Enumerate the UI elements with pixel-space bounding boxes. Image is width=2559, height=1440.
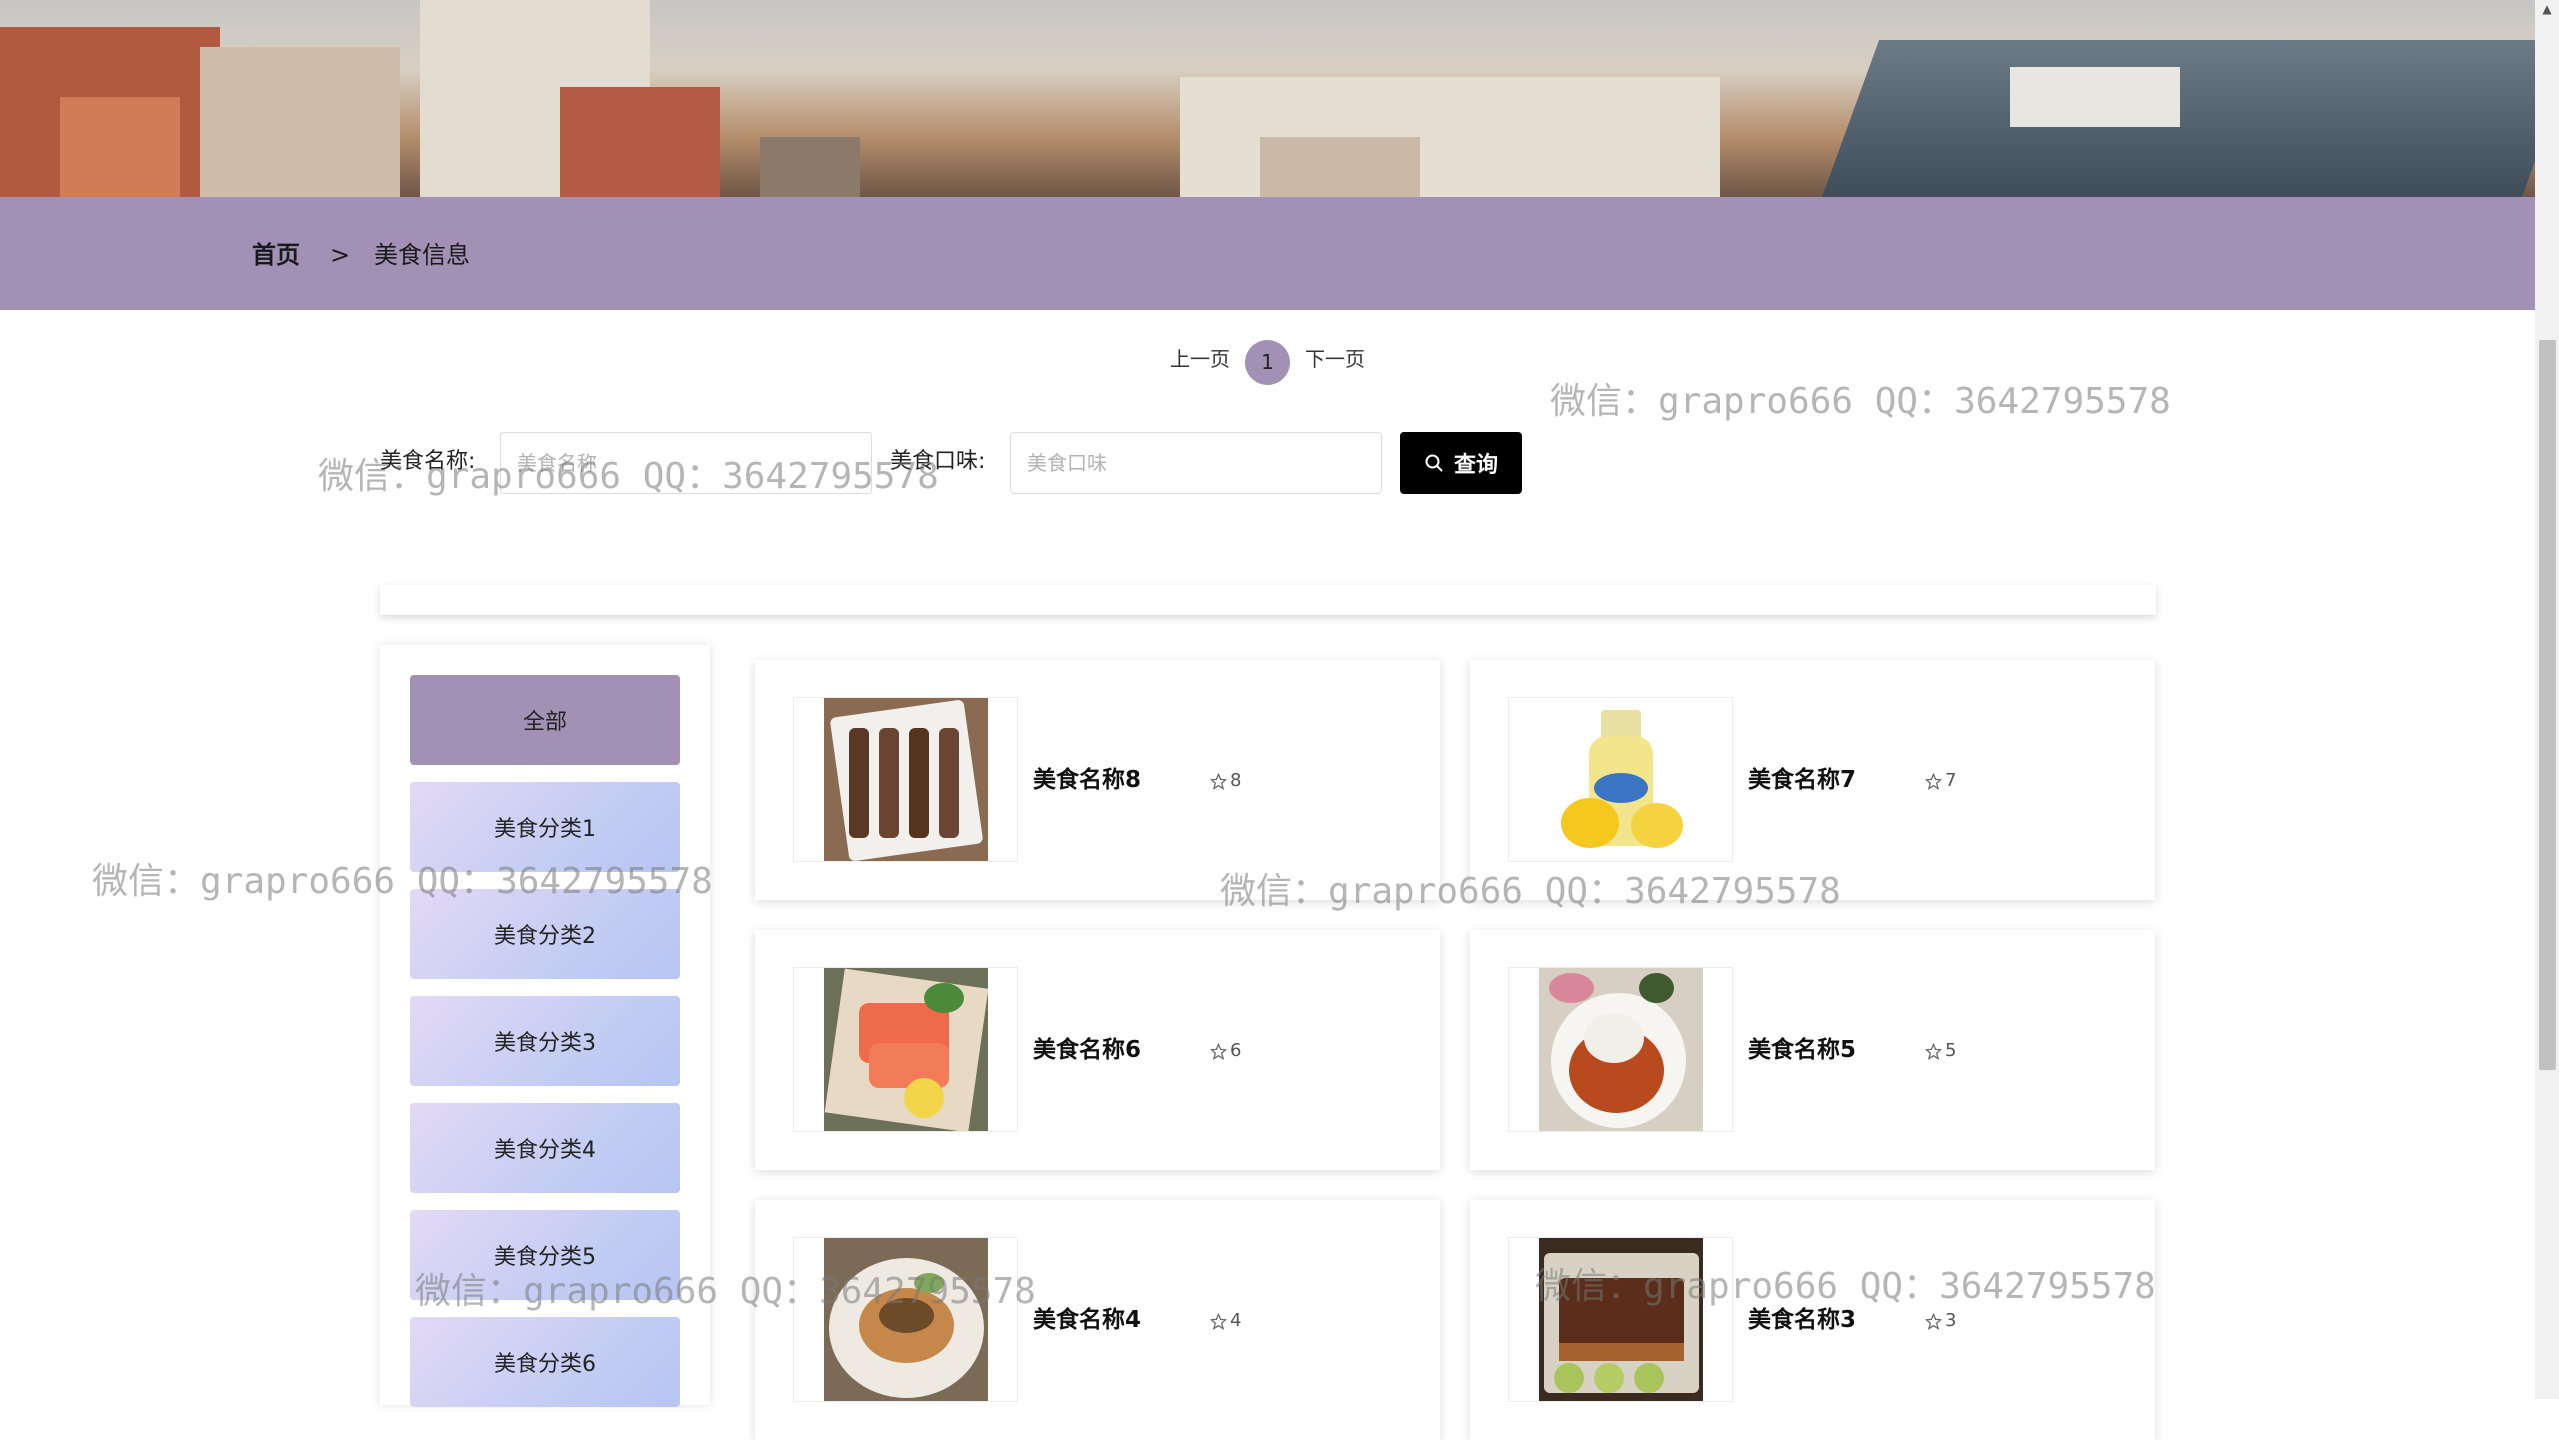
product-rating: 4 (1210, 1310, 1241, 1332)
prev-page-button[interactable]: 上一页 (1170, 346, 1230, 372)
product-name: 美食名称5 (1748, 1037, 1857, 1063)
category-item-3[interactable]: 美食分类3 (410, 996, 680, 1086)
hero-banner (0, 0, 2535, 197)
product-card[interactable]: 美食名称8 8 (755, 660, 1440, 900)
product-name: 美食名称7 (1748, 767, 1857, 793)
product-image-grilled-skewers (824, 698, 988, 861)
product-image-frame (1508, 1237, 1733, 1402)
product-image-lemon-drink-bottle (1539, 698, 1703, 861)
category-item-5[interactable]: 美食分类5 (410, 1210, 680, 1300)
product-image-soup-bowl (824, 1238, 988, 1401)
watermark: 微信：grapro666 QQ：3642795578 (1550, 381, 2171, 422)
name-filter-label: 美食名称: (380, 449, 476, 474)
category-item-1[interactable]: 美食分类1 (410, 782, 680, 872)
star-outline-icon (1925, 1042, 1942, 1060)
product-rating-value: 7 (1945, 770, 1957, 791)
category-all[interactable]: 全部 (410, 675, 680, 765)
product-image-frame (793, 1237, 1018, 1402)
star-outline-icon (1210, 772, 1227, 790)
product-rating-value: 5 (1945, 1040, 1957, 1061)
breadcrumb-home-link[interactable]: 首页 (252, 240, 300, 270)
star-outline-icon (1210, 1312, 1227, 1330)
flavor-filter-input[interactable] (1010, 432, 1382, 494)
content-divider (380, 585, 2156, 615)
product-card[interactable]: 美食名称6 6 (755, 930, 1440, 1170)
product-name: 美食名称8 (1033, 767, 1142, 793)
product-rating: 3 (1925, 1310, 1956, 1332)
product-image-frame (793, 697, 1018, 862)
product-rating: 5 (1925, 1040, 1956, 1062)
product-name: 美食名称6 (1033, 1037, 1142, 1063)
next-page-button[interactable]: 下一页 (1305, 346, 1365, 372)
name-filter-input[interactable] (500, 432, 872, 494)
scroll-up-arrow-icon[interactable]: ▲ (2540, 2, 2554, 16)
product-card[interactable]: 美食名称7 7 (1470, 660, 2155, 900)
product-rating-value: 4 (1230, 1310, 1242, 1331)
product-image-frame (793, 967, 1018, 1132)
product-name: 美食名称3 (1748, 1307, 1857, 1333)
product-image-salmon-sashimi (824, 968, 988, 1131)
product-rating: 8 (1210, 770, 1241, 792)
star-outline-icon (1210, 1042, 1227, 1060)
category-item-4[interactable]: 美食分类4 (410, 1103, 680, 1193)
product-rating-value: 8 (1230, 770, 1242, 791)
product-rating: 7 (1925, 770, 1956, 792)
breadcrumb-separator: > (330, 241, 351, 269)
product-image-braised-pork (1539, 1238, 1703, 1401)
star-outline-icon (1925, 772, 1942, 790)
product-image-frame (1508, 967, 1733, 1132)
category-item-2[interactable]: 美食分类2 (410, 889, 680, 979)
product-name: 美食名称4 (1033, 1307, 1142, 1333)
search-button[interactable]: 查询 (1400, 432, 1522, 494)
product-image-rice-with-pork (1539, 968, 1703, 1131)
search-button-label: 查询 (1453, 453, 1498, 478)
search-icon (1425, 454, 1443, 472)
product-rating: 6 (1210, 1040, 1241, 1062)
star-outline-icon (1925, 1312, 1942, 1330)
flavor-filter-label: 美食口味: (890, 449, 986, 474)
product-card[interactable]: 美食名称4 4 (755, 1200, 1440, 1440)
product-rating-value: 6 (1230, 1040, 1242, 1061)
product-card[interactable]: 美食名称5 5 (1470, 930, 2155, 1170)
breadcrumb-current: 美食信息 (374, 241, 470, 269)
scrollbar-thumb[interactable] (2539, 340, 2556, 1070)
product-rating-value: 3 (1945, 1310, 1957, 1331)
page-number-current[interactable]: 1 (1245, 340, 1290, 385)
category-item-6[interactable]: 美食分类6 (410, 1317, 680, 1407)
product-card[interactable]: 美食名称3 3 (1470, 1200, 2155, 1440)
product-image-frame (1508, 697, 1733, 862)
